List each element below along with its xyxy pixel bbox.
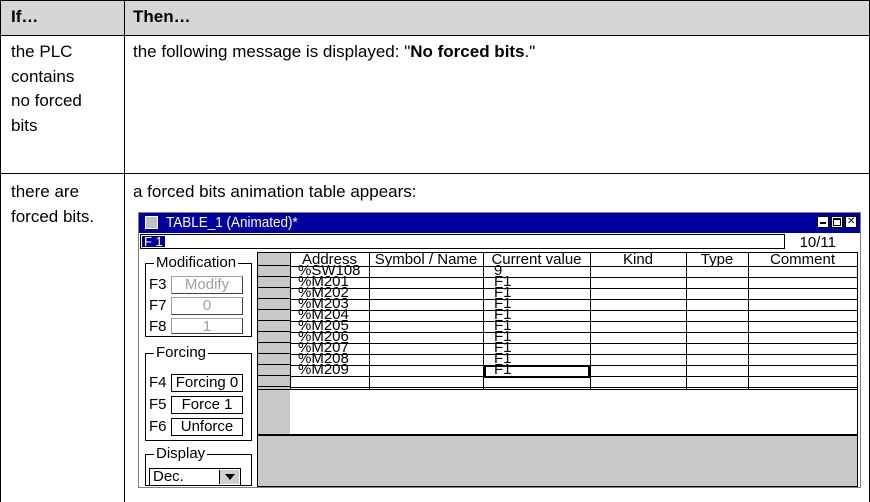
grid-line — [290, 310, 857, 311]
row1-if-line: no forced — [11, 91, 82, 110]
window-title: TABLE_1 (Animated)* — [166, 214, 298, 231]
close-icon: ✕ — [847, 216, 856, 227]
grid-line — [290, 332, 857, 333]
row-header[interactable] — [258, 354, 290, 365]
row1-then-prefix: the following message is displayed: " — [133, 42, 411, 61]
row-header[interactable] — [258, 365, 290, 376]
grid-line — [290, 288, 857, 289]
animation-grid: Address Symbol / Name Current value Kind Typ… — [257, 252, 858, 435]
modification-group: Modification F3 Modify F7 0 F8 1 — [145, 254, 252, 337]
rule — [0, 0, 870, 1]
if-header: If… — [11, 7, 39, 26]
column-header[interactable]: Kind — [590, 253, 686, 266]
row-header[interactable] — [258, 332, 290, 343]
row-header[interactable] — [258, 310, 290, 321]
row1-then-cell: the following message is displayed: "No … — [133, 40, 535, 65]
row-header[interactable] — [258, 288, 290, 299]
grid-line — [290, 253, 291, 389]
command-value: F 1 — [142, 234, 165, 249]
f5-key-label: F5 — [149, 396, 167, 413]
grid-line — [290, 354, 857, 355]
rule — [0, 35, 870, 36]
row1-if-cell: the PLC contains no forced bits — [11, 40, 82, 138]
display-format-select[interactable]: Dec. — [149, 468, 241, 486]
set-1-button[interactable]: 1 — [171, 318, 243, 335]
maximize-icon — [833, 218, 841, 226]
row2-if-cell: there are forced bits. — [11, 180, 94, 229]
row1-then-suffix: ." — [524, 42, 536, 61]
row1-if-line: contains — [11, 66, 75, 86]
system-menu-icon[interactable] — [145, 216, 158, 229]
address-cell[interactable]: %M209 — [298, 362, 349, 377]
row-header[interactable] — [258, 321, 290, 332]
grid-line — [290, 343, 857, 344]
row2-then-cell: a forced bits animation table appears: — [133, 182, 417, 201]
row-counter: 10/11 — [799, 234, 836, 251]
row1-if-line: bits — [11, 115, 38, 135]
display-group: Display Dec. — [145, 445, 252, 486]
command-input[interactable]: F 1 — [140, 234, 785, 249]
forcing-group: Forcing F4 Forcing 0 F5 Force 1 F6 Unfor… — [145, 344, 252, 441]
close-button[interactable]: ✕ — [845, 216, 857, 228]
display-format-value: Dec. — [153, 468, 184, 485]
column-header[interactable]: Type — [686, 253, 748, 266]
window-titlebar[interactable]: TABLE_1 (Animated)* ✕ — [139, 213, 860, 233]
row-header[interactable] — [258, 266, 290, 277]
unforce-button[interactable]: Unforce — [171, 418, 243, 436]
maximize-button[interactable] — [831, 216, 843, 228]
row-header[interactable] — [258, 253, 290, 266]
column-header[interactable]: Symbol / Name — [369, 253, 483, 266]
selected-cell[interactable] — [484, 365, 590, 378]
f6-key-label: F6 — [149, 418, 167, 435]
grid-line — [290, 277, 857, 278]
minimize-icon — [820, 222, 826, 224]
grid-line — [857, 253, 858, 389]
row2-if-line: forced bits. — [11, 206, 95, 226]
grid-line — [258, 389, 857, 390]
display-label: Display — [154, 445, 208, 463]
f7-key-label: F7 — [149, 297, 167, 314]
animation-table-window: TABLE_1 (Animated)* ✕ F 1 10/11 Modifica… — [138, 212, 861, 488]
f4-key-label: F4 — [149, 374, 167, 391]
rule — [0, 173, 870, 174]
table-header — [0, 0, 870, 35]
dropdown-button[interactable] — [219, 470, 239, 484]
grid-line — [369, 253, 370, 389]
rule — [124, 0, 125, 502]
f3-key-label: F3 — [149, 276, 167, 293]
forcing-label: Forcing — [154, 344, 209, 362]
command-row: F 1 10/11 — [139, 233, 860, 251]
modify-button[interactable]: Modify — [171, 276, 243, 294]
column-header[interactable]: Comment — [748, 253, 857, 266]
force-1-button[interactable]: Force 1 — [171, 396, 243, 414]
grid-line — [686, 253, 687, 389]
grid-line — [290, 299, 857, 300]
grid-line — [290, 387, 857, 388]
row-header[interactable] — [258, 376, 290, 387]
lower-panel — [257, 435, 858, 487]
rule — [0, 0, 1, 502]
f8-key-label: F8 — [149, 318, 167, 335]
grid-line — [590, 253, 591, 389]
chevron-down-icon — [225, 474, 235, 480]
row2-if-line: there are — [11, 182, 80, 201]
row-header[interactable] — [258, 343, 290, 354]
grid-line — [748, 253, 749, 389]
grid-line — [290, 321, 857, 322]
modification-label: Modification — [154, 254, 239, 272]
set-0-button[interactable]: 0 — [171, 297, 243, 315]
row-header[interactable] — [258, 299, 290, 310]
then-header: Then… — [133, 7, 191, 26]
row-header-column — [258, 253, 290, 434]
grid-line — [290, 266, 857, 267]
no-forced-bits-message: No forced bits — [410, 42, 525, 61]
row1-if-line: the PLC — [11, 42, 73, 61]
minimize-button[interactable] — [817, 216, 829, 228]
forcing-0-button[interactable]: Forcing 0 — [171, 374, 243, 392]
row-header[interactable] — [258, 277, 290, 288]
